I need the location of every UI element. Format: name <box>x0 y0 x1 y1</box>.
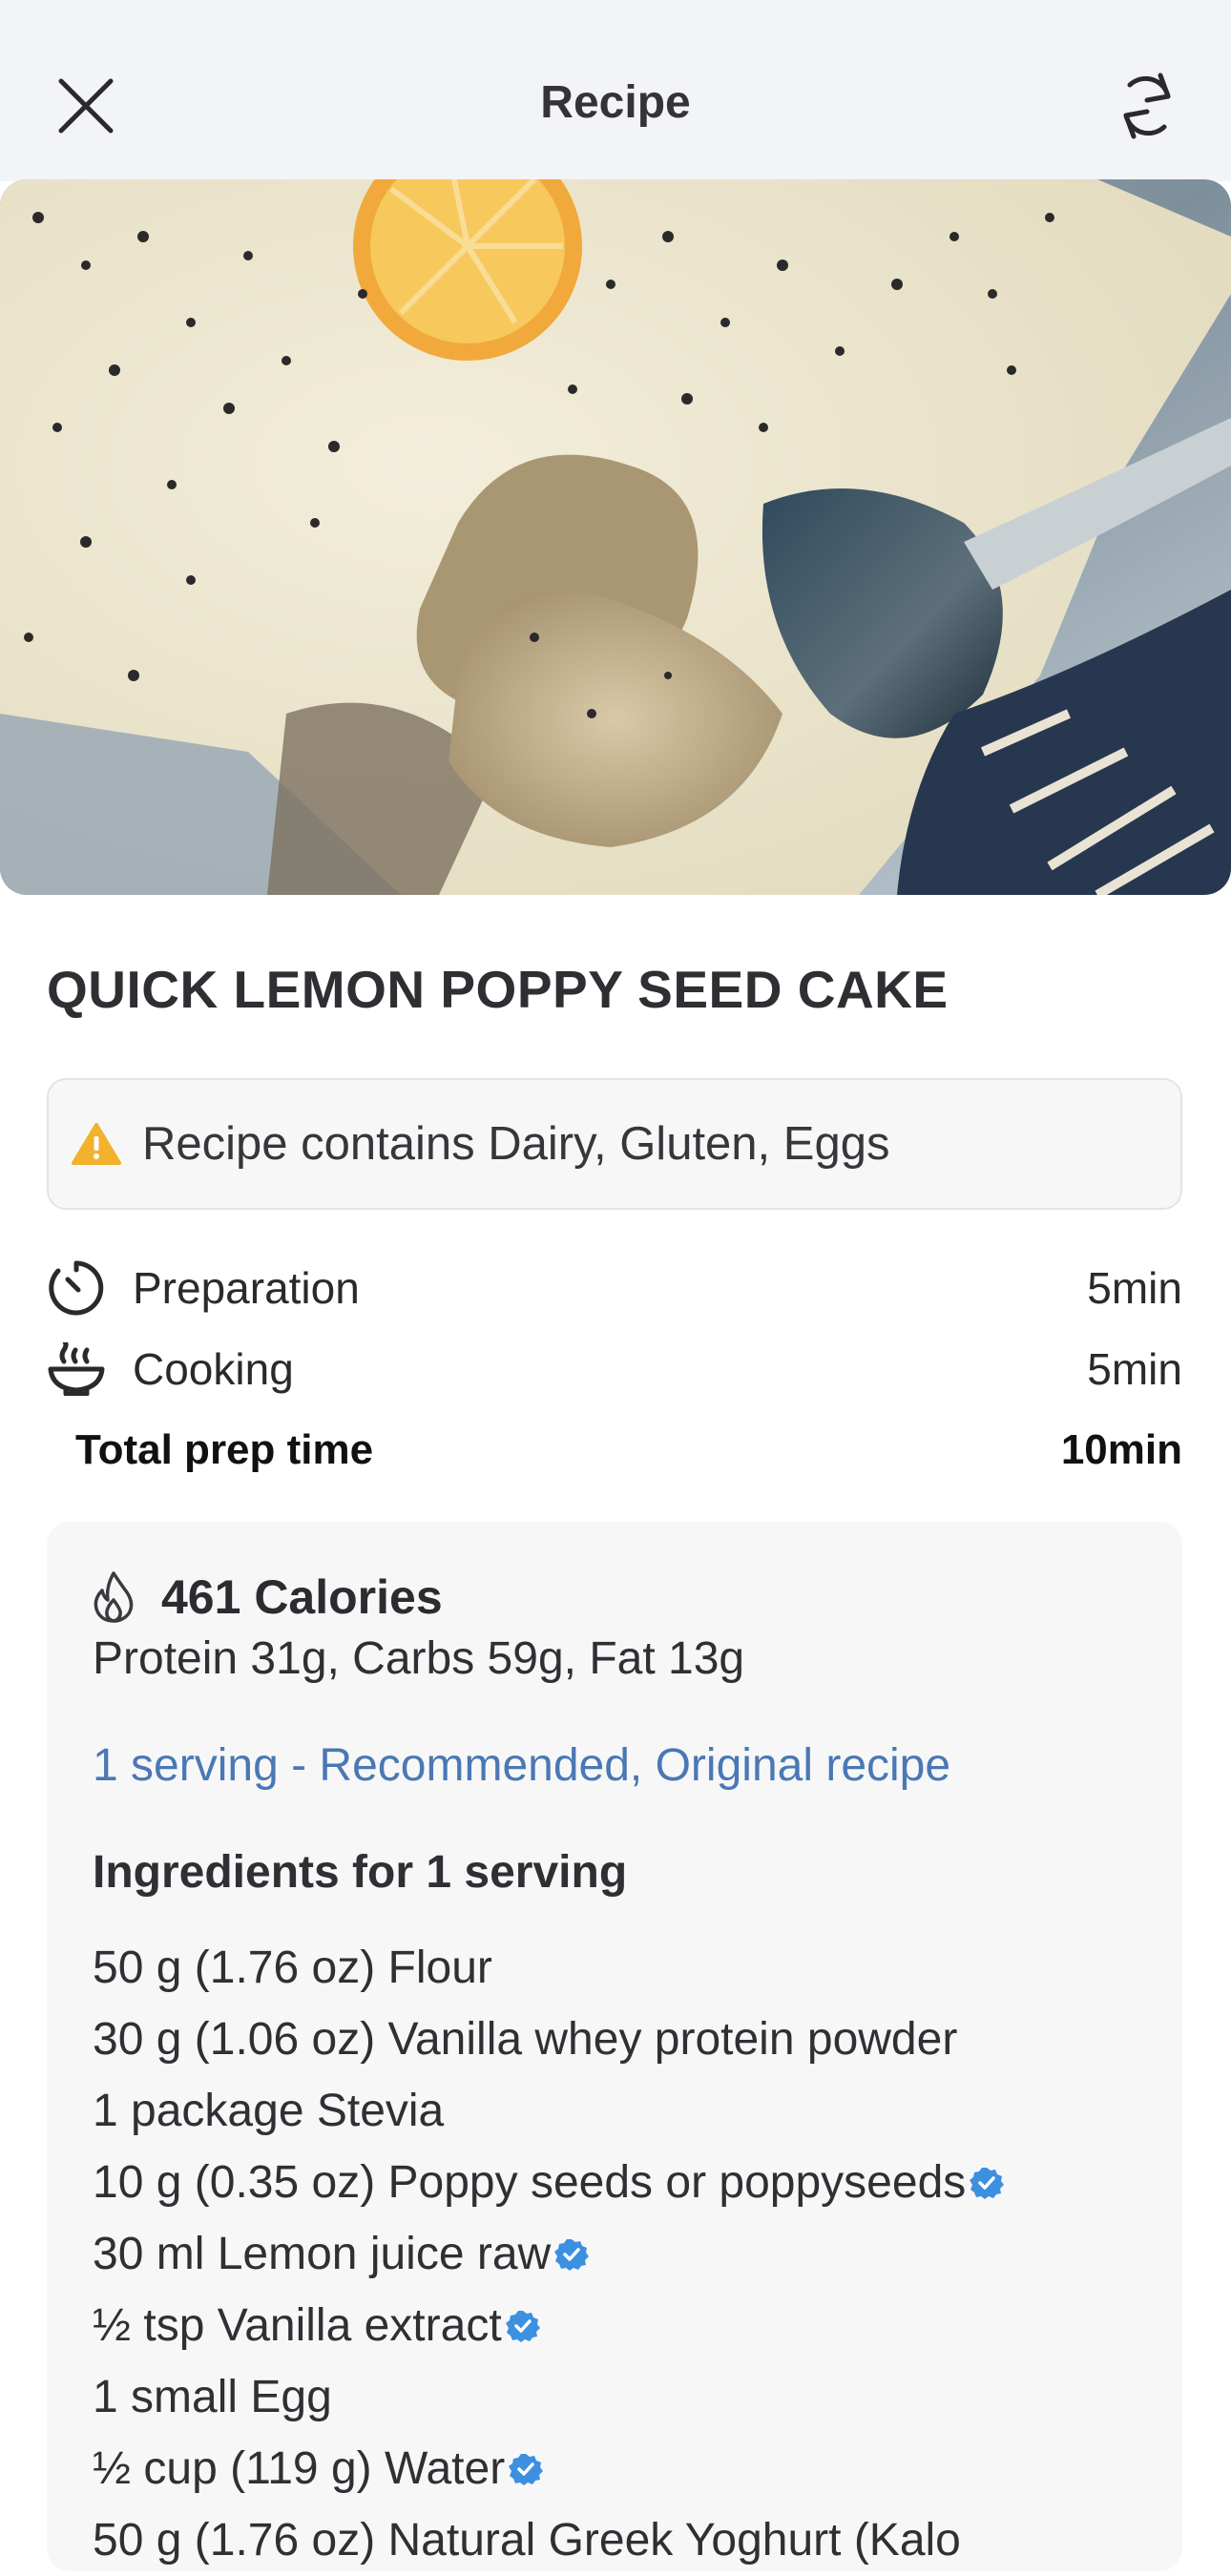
cooking-value: 5min <box>1087 1344 1182 1394</box>
ingredient-item[interactable]: ½ tsp Vanilla extract <box>93 2290 1004 2361</box>
sync-button[interactable] <box>1104 63 1190 149</box>
ingredient-item[interactable]: 30 ml Lemon juice raw <box>93 2218 1004 2290</box>
calories-value: 461 Calories <box>161 1570 443 1624</box>
ingredients-heading: Ingredients for 1 serving <box>93 1847 628 1898</box>
preparation-value: 5min <box>1087 1263 1182 1313</box>
ingredient-item[interactable]: 50 g (1.76 oz) Flour <box>93 1932 1004 2004</box>
flame-icon <box>93 1570 140 1624</box>
verified-badge-icon <box>554 2237 590 2272</box>
preparation-row: Preparation 5min <box>47 1255 1182 1321</box>
preparation-label: Preparation <box>133 1263 360 1313</box>
ingredient-text: 50 g (1.76 oz) Flour <box>93 1942 492 1993</box>
verified-badge-icon <box>505 2309 540 2343</box>
ingredient-item[interactable]: 1 package Stevia <box>93 2075 1004 2147</box>
ingredient-text: 1 package Stevia <box>93 2086 445 2136</box>
total-prep-row: Total prep time 10min <box>47 1417 1182 1484</box>
recipe-hero-image <box>0 179 1231 895</box>
cooking-row: Cooking 5min <box>47 1336 1182 1402</box>
total-prep-value: 10min <box>1060 1426 1182 1473</box>
warning-icon <box>72 1122 121 1166</box>
page-title: Recipe <box>540 77 691 128</box>
timer-icon <box>47 1257 108 1319</box>
allergen-text: Recipe contains Dairy, Gluten, Eggs <box>142 1118 890 1170</box>
cooking-label: Cooking <box>133 1344 294 1394</box>
ingredient-text: ½ tsp Vanilla extract <box>93 2300 502 2351</box>
ingredient-item[interactable]: 10 g (0.35 oz) Poppy seeds or poppyseeds <box>93 2147 1005 2218</box>
ingredient-item[interactable]: 30 g (1.06 oz) Vanilla whey protein powd… <box>93 2004 1004 2075</box>
sync-icon <box>1123 73 1171 139</box>
serving-selector-link[interactable]: 1 serving - Recommended, Original recipe <box>93 1739 950 1792</box>
top-bar: Recipe <box>0 0 1231 181</box>
verified-badge-icon <box>509 2452 544 2486</box>
ingredients-list: 50 g (1.76 oz) Flour 30 g (1.06 oz) Vanil… <box>93 1932 1005 2576</box>
ingredient-text: 1 small Egg <box>93 2372 332 2422</box>
total-prep-label: Total prep time <box>75 1426 374 1473</box>
calories-line: 461 Calories <box>93 1569 443 1625</box>
recipe-title: QUICK LEMON POPPY SEED CAKE <box>47 960 949 1019</box>
ingredient-text: ½ cup (119 g) Water <box>93 2443 506 2494</box>
macros-summary: Protein 31g, Carbs 59g, Fat 13g <box>93 1633 745 1684</box>
ingredient-item[interactable]: ½ cup (119 g) Water <box>93 2433 1004 2504</box>
ingredient-text: 10 g (0.35 oz) Poppy seeds or poppyseeds <box>93 2157 967 2208</box>
ingredient-text: 30 ml Lemon juice raw <box>93 2229 552 2279</box>
verified-badge-icon <box>970 2166 1005 2200</box>
ingredient-item[interactable]: 1 small Egg <box>93 2361 1004 2433</box>
allergen-notice: Recipe contains Dairy, Gluten, Eggs <box>47 1078 1182 1210</box>
cooking-pot-icon <box>47 1339 108 1400</box>
ingredient-text: 30 g (1.06 oz) Vanilla whey protein powd… <box>93 2014 958 2065</box>
nutrition-card: 461 Calories Protein 31g, Carbs 59g, Fat… <box>47 1522 1182 2571</box>
